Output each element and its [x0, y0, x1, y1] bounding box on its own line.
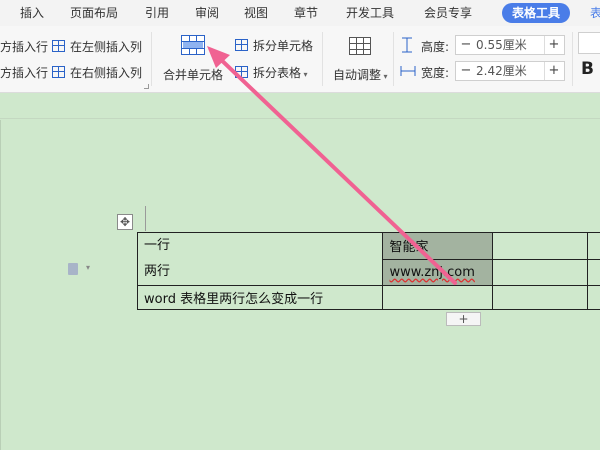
annotation-arrow: [207, 46, 457, 285]
